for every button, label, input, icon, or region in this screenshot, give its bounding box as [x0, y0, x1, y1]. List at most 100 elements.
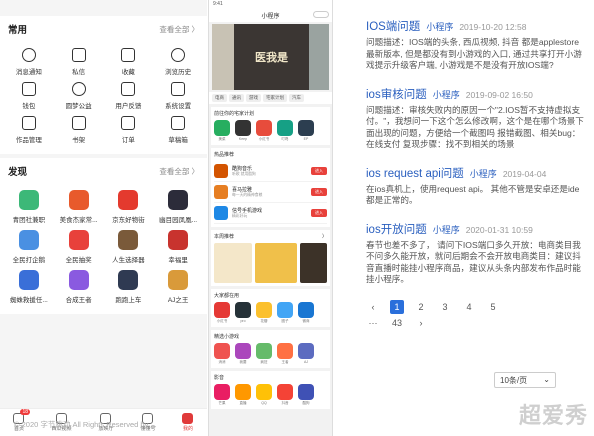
mini-app[interactable]: 王者	[277, 343, 293, 365]
discover-item[interactable]: AJ之王	[153, 270, 203, 304]
discover-item[interactable]: 青团社兼职	[4, 190, 54, 224]
discover-item[interactable]: 合成王者	[54, 270, 104, 304]
mini-app-icon	[277, 384, 293, 400]
category-chip[interactable]: 游戏	[246, 94, 261, 102]
category-chip[interactable]: 汽车	[289, 94, 304, 102]
hot-app-desc: 每一天的精神食粮	[232, 193, 263, 197]
mini-app[interactable]: 叮咚	[277, 120, 293, 142]
page-size-select[interactable]: 10条/页 ⌄	[494, 372, 556, 388]
weekly-image-3[interactable]	[300, 243, 327, 283]
question-title-link[interactable]: ios审核问题	[366, 86, 427, 102]
category-chip[interactable]: 宅家计划	[263, 94, 287, 102]
page-number-button[interactable]: 3	[438, 300, 452, 314]
mini-app-icon	[235, 343, 251, 359]
weekly-image-1[interactable]	[214, 243, 253, 283]
mini-app[interactable]: 我要	[235, 343, 251, 365]
discover-item[interactable]: 全民抽奖	[54, 230, 104, 264]
page-number-button[interactable]: 2	[414, 300, 428, 314]
question-title-link[interactable]: ios request api问题	[366, 165, 464, 181]
discover-item[interactable]: 美食杰家常...	[54, 190, 104, 224]
mini-app[interactable]: Keep	[235, 120, 251, 142]
page-number-button[interactable]: 4	[462, 300, 476, 314]
mini-app-label: 我要	[239, 360, 247, 364]
nav-tab-icon	[182, 413, 194, 424]
discover-item[interactable]: 幸福里	[153, 230, 203, 264]
common-item-label: 圆梦公益	[65, 103, 92, 110]
common-item[interactable]: 订单	[104, 116, 154, 144]
mini-app[interactable]: 小红书	[214, 302, 230, 324]
page-number-button[interactable]: 1	[390, 299, 404, 314]
mini-app[interactable]: 疯狂	[256, 343, 272, 365]
prev-page-button[interactable]: ‹	[366, 300, 380, 314]
mini-app[interactable]: 芒果	[214, 384, 230, 406]
mini-app-label: 圈子	[281, 319, 289, 323]
next-page-button[interactable]: ›	[414, 316, 428, 330]
question-date: 2019-10-20 12:58	[459, 22, 527, 32]
hot-app-icon	[214, 164, 228, 178]
pagination-row-2: ··· 43 ›	[366, 316, 584, 330]
mini-app[interactable]: 消消	[214, 343, 230, 365]
mini-app[interactable]: AJ	[298, 343, 314, 365]
mini-app[interactable]: 微商	[298, 302, 314, 324]
discover-item[interactable]: 蜘蛛救援任...	[4, 270, 54, 304]
order-icon	[121, 116, 136, 130]
common-item[interactable]: 书架	[54, 116, 104, 144]
common-item[interactable]: 圆梦公益	[54, 82, 104, 110]
mini-app[interactable]: 酷狗	[298, 384, 314, 406]
enter-button[interactable]: 进入	[311, 209, 327, 217]
capsule-menu-icon[interactable]	[313, 11, 329, 18]
common-item[interactable]: 浏览历史	[153, 48, 203, 76]
more-pages-button[interactable]: ···	[366, 316, 380, 330]
common-section: 常用 查看全部 〉 消息通知 私信 收藏 浏览历史 钱包 圆梦公益 用户反馈 系统设置 作品管理…	[0, 16, 207, 154]
common-item-label: 书架	[72, 137, 86, 144]
discover-more-link[interactable]: 查看全部 〉	[159, 166, 199, 177]
mini-app[interactable]: 花瓣	[256, 302, 272, 324]
mini-app[interactable]: 抖音	[277, 384, 293, 406]
question-title-link[interactable]: ios开放问题	[366, 221, 427, 237]
common-item[interactable]: 系统设置	[153, 82, 203, 110]
mini-app[interactable]: EP	[298, 120, 314, 142]
hot-list-item[interactable]: 喜马拉雅 每一天的精神食粮 进入	[214, 182, 327, 203]
common-item[interactable]: 钱包	[4, 82, 54, 110]
mini-app-label: AJ	[303, 360, 309, 364]
mini-app[interactable]: 直播	[235, 384, 251, 406]
discover-item[interactable]: 幽目园凤凰...	[153, 190, 203, 224]
last-page-button[interactable]: 43	[390, 316, 404, 330]
question-tag[interactable]: 小程序	[426, 20, 453, 33]
card-hot: 热品推荐 酷狗音乐 听歌 就用酷狗 进入 喜马拉雅 每一天的精神食粮 进入 信号手机游戏 精彩…	[211, 148, 330, 227]
common-item[interactable]: 草稿箱	[153, 116, 203, 144]
common-item[interactable]: 消息通知	[4, 48, 54, 76]
mini-app[interactable]: 圈子	[277, 302, 293, 324]
discover-item[interactable]: 全民打企鹅	[4, 230, 54, 264]
category-chip[interactable]: 电商	[212, 94, 227, 102]
common-item[interactable]: 私信	[54, 48, 104, 76]
hot-list-item[interactable]: 信号手机游戏 精彩好玩 进入	[214, 203, 327, 224]
weekly-image-2[interactable]	[255, 243, 298, 283]
page-number-button[interactable]: 5	[486, 300, 500, 314]
draft-icon	[171, 116, 186, 130]
mini-app[interactable]: pro	[235, 302, 251, 324]
mini-app[interactable]: 小红书	[256, 120, 272, 142]
mini-app[interactable]: 美菜	[214, 120, 230, 142]
discover-item[interactable]: 京东好物街	[104, 190, 154, 224]
question-tag[interactable]: 小程序	[433, 223, 460, 236]
enter-button[interactable]: 进入	[311, 167, 327, 175]
discover-item[interactable]: 跑跑上车	[104, 270, 154, 304]
common-item[interactable]: 用户反馈	[104, 82, 154, 110]
question-tag[interactable]: 小程序	[433, 88, 460, 101]
common-more-link[interactable]: 查看全部 〉	[159, 24, 199, 35]
hot-list-item[interactable]: 酷狗音乐 听歌 就用酷狗 进入	[214, 161, 327, 182]
card-weekly-more[interactable]: 〉	[322, 233, 327, 240]
banner[interactable]: 医我是	[212, 24, 329, 90]
common-item[interactable]: 作品管理	[4, 116, 54, 144]
nav-item[interactable]: 我的	[182, 413, 194, 432]
question-title-link[interactable]: IOS端问题	[366, 18, 420, 34]
discover-item[interactable]: 人生选择器	[104, 230, 154, 264]
pagination: ‹ 12345	[366, 299, 584, 314]
category-chip[interactable]: 通讯	[229, 94, 244, 102]
mini-app[interactable]: QQ	[256, 384, 272, 406]
question-tag[interactable]: 小程序	[470, 167, 497, 180]
mini-app-label: 花瓣	[260, 319, 268, 323]
common-item[interactable]: 收藏	[104, 48, 154, 76]
enter-button[interactable]: 进入	[311, 188, 327, 196]
